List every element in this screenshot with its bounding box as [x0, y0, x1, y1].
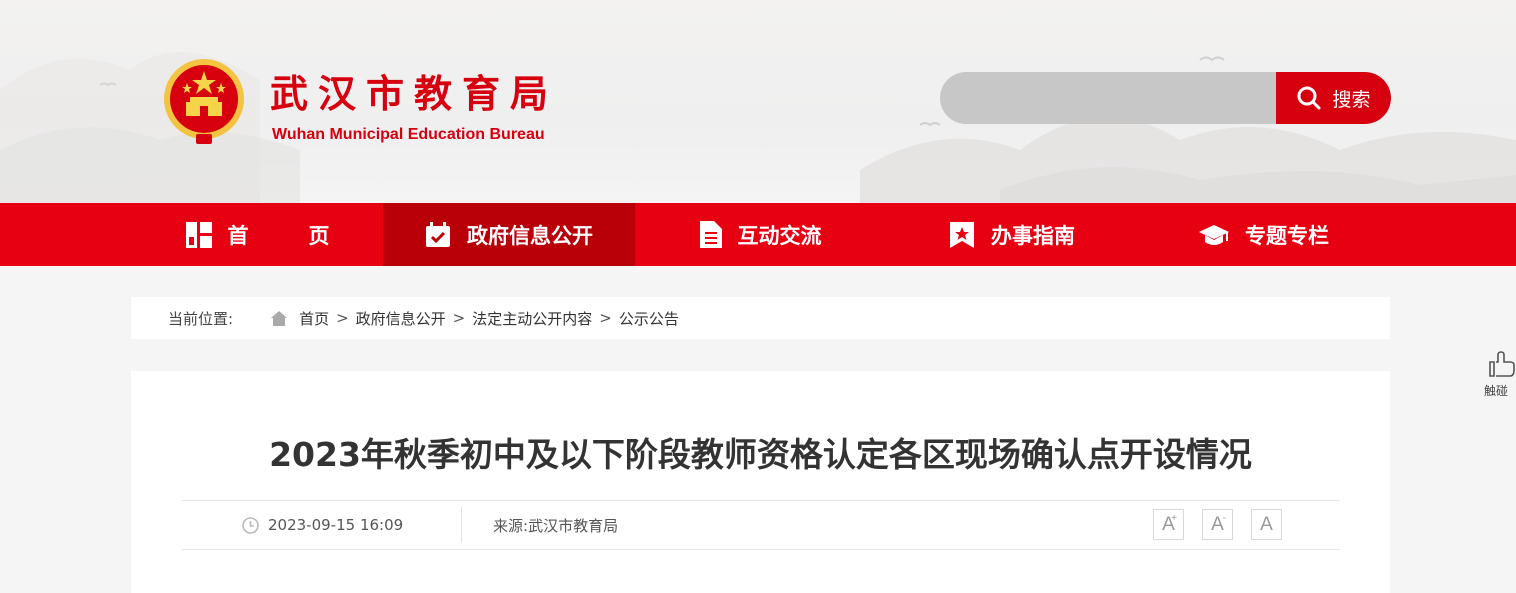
- nav-item-interaction-label: 互动交流: [737, 223, 822, 248]
- font-increase-button[interactable]: A +: [1153, 509, 1184, 540]
- nav-item-home[interactable]: 首页: [132, 203, 383, 266]
- article-source: 来源: 武汉市教育局: [493, 501, 618, 549]
- meta-divider: [461, 507, 462, 543]
- search-button[interactable]: 搜索: [1276, 72, 1391, 124]
- article-meta: 2023-09-15 16:09 来源: 武汉市教育局 A + A- A: [182, 500, 1340, 550]
- main-nav: 首页 政府信息公开 互动交流 办事指南 专题专栏: [0, 203, 1516, 266]
- breadcrumb-prefix: 当前位置:: [168, 309, 234, 328]
- nav-item-home-label: 首页: [227, 223, 330, 248]
- graduation-cap-icon: [1199, 224, 1229, 245]
- site-title-chinese: 武汉市教育局: [270, 71, 559, 116]
- nav-item-guide[interactable]: 办事指南: [886, 203, 1138, 266]
- site-header: 武汉市教育局 Wuhan Municipal Education Bureau …: [0, 0, 1516, 203]
- source-value: 武汉市教育局: [528, 516, 619, 535]
- article-panel: 2023年秋季初中及以下阶段教师资格认定各区现场确认点开设情况 2023-09-…: [131, 371, 1390, 593]
- breadcrumb-gov-info[interactable]: 政府信息公开: [356, 308, 446, 329]
- source-label: 来源:: [493, 516, 529, 535]
- breadcrumb-announcements[interactable]: 公示公告: [619, 308, 679, 329]
- font-decrease-button[interactable]: A-: [1202, 509, 1233, 540]
- document-icon: [699, 221, 722, 248]
- font-size-controls: A + A- A: [1153, 509, 1282, 540]
- breadcrumb: 当前位置: 首页 > 政府信息公开 > 法定主动公开内容 > 公示公告: [131, 297, 1390, 339]
- home-icon: [271, 310, 288, 326]
- font-reset-button[interactable]: A: [1251, 509, 1282, 540]
- touch-float-button[interactable]: 触碰: [1482, 350, 1516, 402]
- search-icon: [1297, 86, 1321, 110]
- site-title-english: Wuhan Municipal Education Bureau: [272, 126, 545, 143]
- bookmark-star-icon: [950, 221, 974, 248]
- grid-icon: [185, 221, 212, 248]
- touch-hand-icon: [1489, 351, 1515, 377]
- nav-item-gov-info[interactable]: 政府信息公开: [383, 203, 635, 266]
- nav-item-topics[interactable]: 专题专栏: [1138, 203, 1390, 266]
- touch-float-label: 触碰: [1484, 384, 1509, 398]
- calendar-check-icon: [426, 221, 450, 247]
- search-input[interactable]: [940, 72, 1276, 124]
- publish-datetime: 2023-09-15 16:09: [268, 516, 404, 534]
- search-box: 搜索: [940, 72, 1391, 124]
- search-button-label: 搜索: [1332, 88, 1371, 111]
- nav-item-guide-label: 办事指南: [991, 223, 1075, 248]
- clock-icon: [242, 516, 259, 534]
- breadcrumb-separator: >: [452, 309, 466, 327]
- publish-time: 2023-09-15 16:09: [242, 501, 403, 549]
- national-emblem-logo: [164, 59, 244, 144]
- nav-item-topics-label: 专题专栏: [1245, 223, 1329, 248]
- breadcrumb-separator: >: [336, 309, 349, 327]
- nav-item-interaction[interactable]: 互动交流: [635, 203, 886, 266]
- breadcrumb-separator: >: [599, 309, 612, 327]
- article-title: 2023年秋季初中及以下阶段教师资格认定各区现场确认点开设情况: [269, 435, 1252, 474]
- breadcrumb-legal-disclosure[interactable]: 法定主动公开内容: [472, 308, 592, 329]
- breadcrumb-home[interactable]: 首页: [299, 308, 329, 329]
- nav-item-gov-info-label: 政府信息公开: [467, 223, 593, 248]
